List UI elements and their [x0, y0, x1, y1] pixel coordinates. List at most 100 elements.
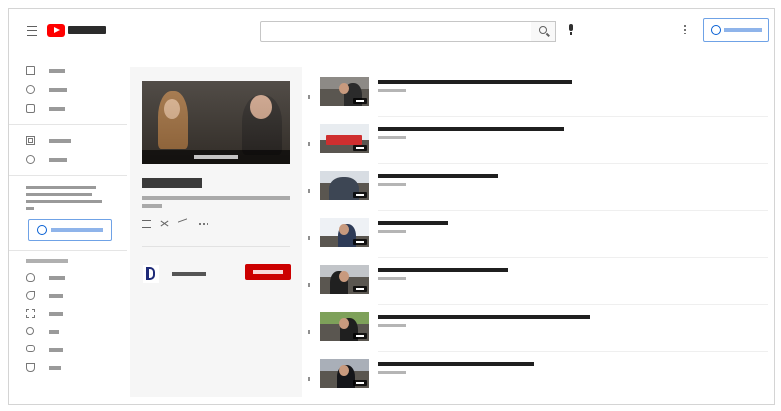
video-title[interactable]: [378, 268, 508, 272]
subscribe-button[interactable]: [245, 264, 291, 280]
compass-icon: [26, 85, 35, 94]
duration-badge: [353, 286, 367, 292]
drag-handle[interactable]: [308, 330, 310, 334]
microphone-icon[interactable]: [569, 24, 573, 35]
video-channel[interactable]: [378, 230, 406, 233]
trophy-icon: [26, 363, 35, 372]
video-thumbnail[interactable]: [320, 171, 369, 200]
sidebar-item-library[interactable]: [9, 133, 127, 149]
video-channel[interactable]: [378, 89, 406, 92]
video-channel[interactable]: [378, 324, 406, 327]
sidebar-item-home[interactable]: [9, 63, 127, 79]
sidebar-item-label: [49, 158, 67, 162]
sidebar-item-music[interactable]: [9, 288, 127, 304]
video-thumbnail[interactable]: [320, 265, 369, 294]
share-icon[interactable]: [178, 218, 187, 229]
search-button[interactable]: [531, 21, 556, 42]
duration-badge: [353, 192, 367, 198]
gamepad-icon: [26, 345, 35, 352]
list-item[interactable]: [306, 265, 768, 309]
more-actions-icon[interactable]: [198, 223, 208, 225]
video-thumbnail[interactable]: [320, 312, 369, 341]
drag-handle[interactable]: [308, 142, 310, 146]
user-icon: [37, 225, 47, 235]
divider: [142, 246, 290, 247]
drag-handle[interactable]: [308, 236, 310, 240]
list-item[interactable]: [306, 77, 768, 121]
play-all-overlay[interactable]: [142, 150, 290, 164]
history-icon: [26, 155, 35, 164]
channel-name[interactable]: [172, 272, 206, 276]
shuffle-icon[interactable]: [142, 220, 151, 228]
playlist-title: [142, 178, 202, 188]
live-icon: [26, 327, 34, 335]
home-icon: [26, 66, 35, 75]
sidebar-item-history[interactable]: [9, 152, 127, 168]
sidebar-divider: [9, 250, 127, 251]
user-icon: [711, 25, 721, 35]
drag-handle[interactable]: [308, 283, 310, 287]
sidebar-item-label: [49, 69, 65, 73]
channel-avatar[interactable]: [143, 265, 159, 283]
signin-label: [724, 28, 762, 32]
video-thumbnail[interactable]: [320, 218, 369, 247]
list-item[interactable]: [306, 218, 768, 262]
video-title[interactable]: [378, 221, 448, 225]
youtube-logo[interactable]: [47, 23, 106, 37]
shuffle-play-icon[interactable]: [160, 220, 168, 226]
flame-icon: [26, 273, 35, 282]
list-item[interactable]: [306, 124, 768, 168]
section-heading: [26, 259, 68, 263]
video-title[interactable]: [378, 174, 498, 178]
video-channel[interactable]: [378, 371, 406, 374]
video-title[interactable]: [378, 315, 590, 319]
video-channel[interactable]: [378, 136, 406, 139]
sidebar-item-label: [49, 107, 65, 111]
settings-more-icon[interactable]: [684, 24, 686, 34]
video-thumbnail[interactable]: [320, 359, 369, 388]
browser-window: [8, 8, 775, 405]
menu-icon[interactable]: [27, 26, 37, 36]
video-title[interactable]: [378, 80, 572, 84]
video-channel[interactable]: [378, 277, 406, 280]
sidebar-item-sports[interactable]: [9, 360, 127, 376]
video-title[interactable]: [378, 127, 564, 131]
sidebar-item-trending[interactable]: [9, 270, 127, 286]
playlist-thumbnail[interactable]: [142, 81, 290, 164]
play-logo-icon: [47, 23, 65, 37]
drag-handle[interactable]: [308, 189, 310, 193]
list-item[interactable]: [306, 312, 768, 356]
video-title[interactable]: [378, 362, 534, 366]
sidebar-divider: [9, 175, 127, 176]
video-thumbnail[interactable]: [320, 77, 369, 106]
sidebar-item-explore[interactable]: [9, 82, 127, 98]
sidebar-item-label: [49, 366, 61, 370]
sidebar-signin-button[interactable]: [28, 219, 112, 241]
list-item[interactable]: [306, 171, 768, 215]
sidebar-item-movies[interactable]: [9, 306, 127, 322]
video-thumbnail[interactable]: [320, 124, 369, 153]
duration-badge: [353, 333, 367, 339]
list-item[interactable]: [306, 359, 768, 403]
logo-wordmark: [68, 26, 106, 34]
sidebar-item-gaming[interactable]: [9, 342, 127, 358]
drag-handle[interactable]: [308, 95, 310, 99]
sidebar-item-live[interactable]: [9, 324, 127, 340]
duration-badge: [353, 380, 367, 386]
playlist-header: [130, 67, 302, 397]
subscriptions-icon: [26, 104, 35, 113]
duration-badge: [353, 98, 367, 104]
drag-handle[interactable]: [308, 377, 310, 381]
sidebar-item-label: [49, 348, 63, 352]
search-input[interactable]: [260, 21, 532, 42]
sidebar-item-label: [49, 88, 67, 92]
duration-badge: [353, 239, 367, 245]
playlist-video-list: [306, 77, 768, 401]
sidebar-divider: [9, 124, 127, 125]
sidebar-item-label: [49, 294, 63, 298]
sidebar: [9, 53, 129, 404]
sidebar-item-subscriptions[interactable]: [9, 101, 127, 117]
video-channel[interactable]: [378, 183, 406, 186]
search-icon: [539, 26, 547, 34]
signin-button[interactable]: [703, 18, 769, 42]
